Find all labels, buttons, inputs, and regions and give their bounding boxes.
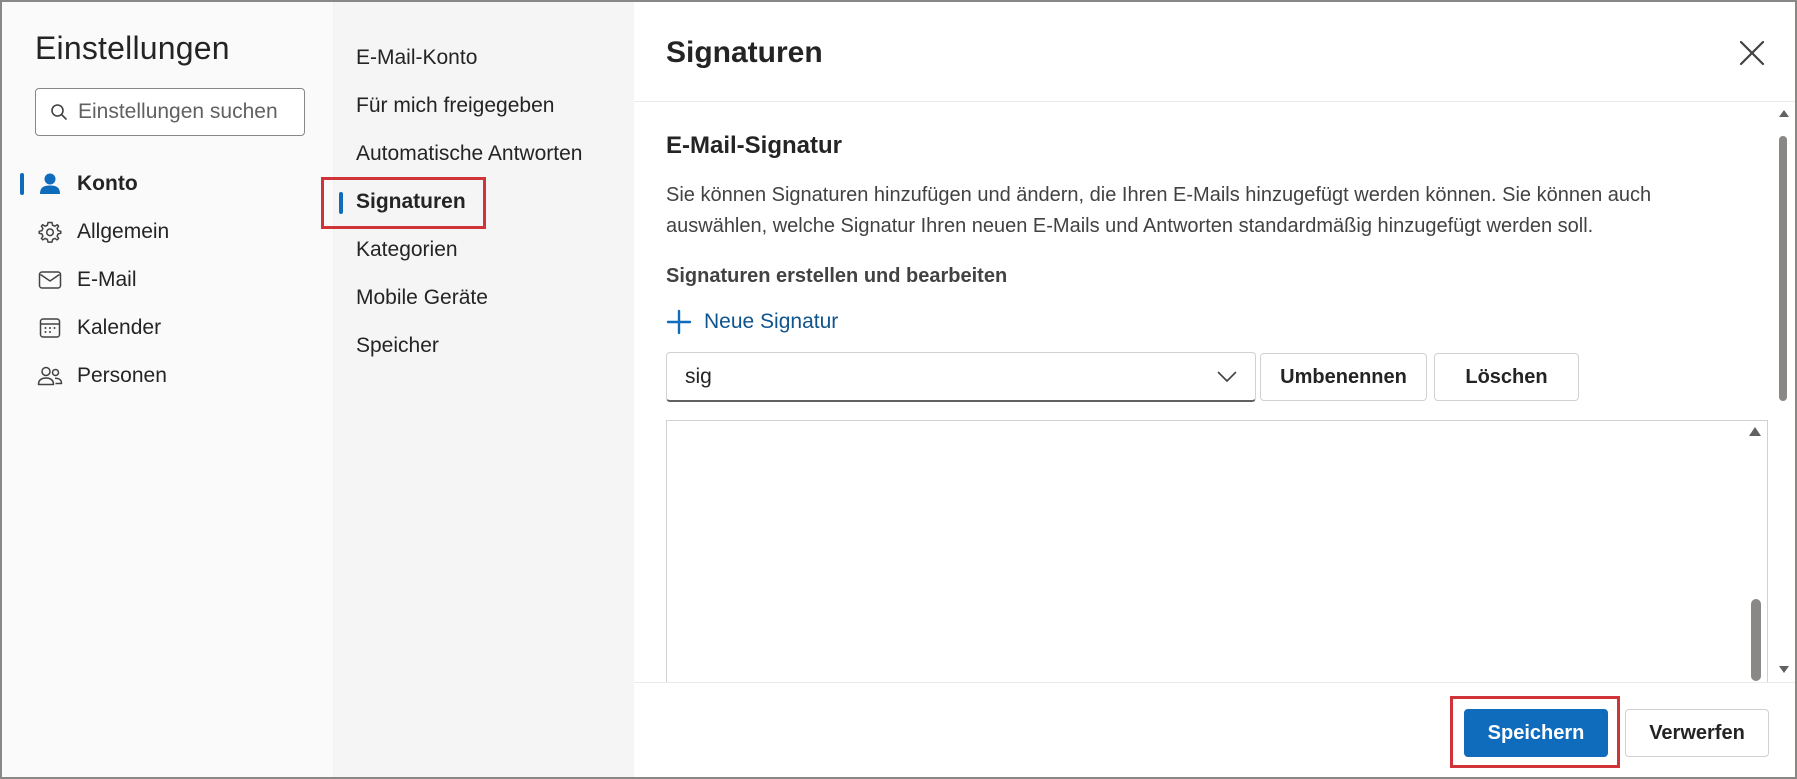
subnav-item-mobile-geraete[interactable]: Mobile Geräte xyxy=(334,274,634,322)
nav-item-label: Konto xyxy=(77,172,138,195)
settings-dialog: Einstellungen Konto Allgemein xyxy=(0,0,1797,779)
scrollbar-thumb[interactable] xyxy=(1779,136,1787,401)
signature-select-value: sig xyxy=(685,364,712,388)
delete-button[interactable]: Löschen xyxy=(1434,353,1579,401)
subnav-item-email-konto[interactable]: E-Mail-Konto xyxy=(334,34,634,82)
subnav-item-speicher[interactable]: Speicher xyxy=(334,322,634,370)
save-highlight xyxy=(1450,696,1620,768)
settings-nav-pane: Einstellungen Konto Allgemein xyxy=(2,2,334,777)
panel-scrollbar[interactable] xyxy=(1777,102,1791,682)
panel-footer: Speichern Verwerfen xyxy=(634,682,1795,777)
settings-search-field[interactable] xyxy=(35,88,305,136)
signature-editor[interactable] xyxy=(666,420,1768,682)
nav-item-email[interactable]: E-Mail xyxy=(2,256,332,304)
close-icon xyxy=(1739,40,1765,66)
mail-icon xyxy=(37,267,63,293)
discard-button[interactable]: Verwerfen xyxy=(1625,709,1769,757)
chevron-down-icon xyxy=(1217,371,1237,383)
new-signature-label: Neue Signatur xyxy=(704,310,839,333)
signaturen-highlight xyxy=(321,177,486,229)
editor-scrollbar-thumb[interactable] xyxy=(1751,599,1761,681)
new-signature-button[interactable]: Neue Signatur xyxy=(666,306,838,338)
people-icon xyxy=(37,363,63,389)
panel-content: E-Mail-Signatur Sie können Signaturen hi… xyxy=(634,102,1774,682)
nav-item-personen[interactable]: Personen xyxy=(2,352,332,400)
section-description: Sie können Signaturen hinzufügen und änd… xyxy=(666,184,1652,237)
scroll-up-arrow[interactable] xyxy=(1779,110,1789,117)
panel-header: Signaturen xyxy=(634,2,1795,102)
nav-item-kalender[interactable]: Kalender xyxy=(2,304,332,352)
close-button[interactable] xyxy=(1735,36,1769,70)
nav-item-allgemein[interactable]: Allgemein xyxy=(2,208,332,256)
nav-item-label: E-Mail xyxy=(77,268,137,291)
settings-search-input[interactable] xyxy=(78,100,298,124)
active-indicator xyxy=(20,173,24,195)
nav-item-konto[interactable]: Konto xyxy=(2,160,332,208)
scroll-down-arrow[interactable] xyxy=(1779,666,1789,673)
settings-subnav-pane: E-Mail-Konto Für mich freigegeben Automa… xyxy=(334,2,634,777)
gear-icon xyxy=(37,219,63,245)
nav-item-label: Kalender xyxy=(77,316,162,339)
dialog-title: Einstellungen xyxy=(35,30,230,66)
plus-icon xyxy=(666,309,692,335)
signatures-panel: Signaturen E-Mail-Signatur Sie können Si… xyxy=(634,2,1795,777)
subnav-item-kategorien[interactable]: Kategorien xyxy=(334,226,634,274)
rename-button[interactable]: Umbenennen xyxy=(1260,353,1427,401)
search-icon xyxy=(50,103,68,121)
settings-category-list: Konto Allgemein E-Mail Kalender Personen xyxy=(2,160,332,400)
section-title: E-Mail-Signatur xyxy=(666,132,843,159)
nav-item-label: Allgemein xyxy=(77,220,170,243)
panel-title: Signaturen xyxy=(666,36,823,69)
nav-item-label: Personen xyxy=(77,364,167,387)
subnav-item-automatische-antworten[interactable]: Automatische Antworten xyxy=(334,130,634,178)
editor-scroll-up-arrow[interactable] xyxy=(1749,427,1761,436)
calendar-icon xyxy=(37,315,63,341)
signature-select[interactable]: sig xyxy=(666,352,1256,402)
subnav-item-freigegeben[interactable]: Für mich freigegeben xyxy=(334,82,634,130)
create-edit-heading: Signaturen erstellen und bearbeiten xyxy=(666,265,1008,287)
person-icon xyxy=(37,171,63,197)
